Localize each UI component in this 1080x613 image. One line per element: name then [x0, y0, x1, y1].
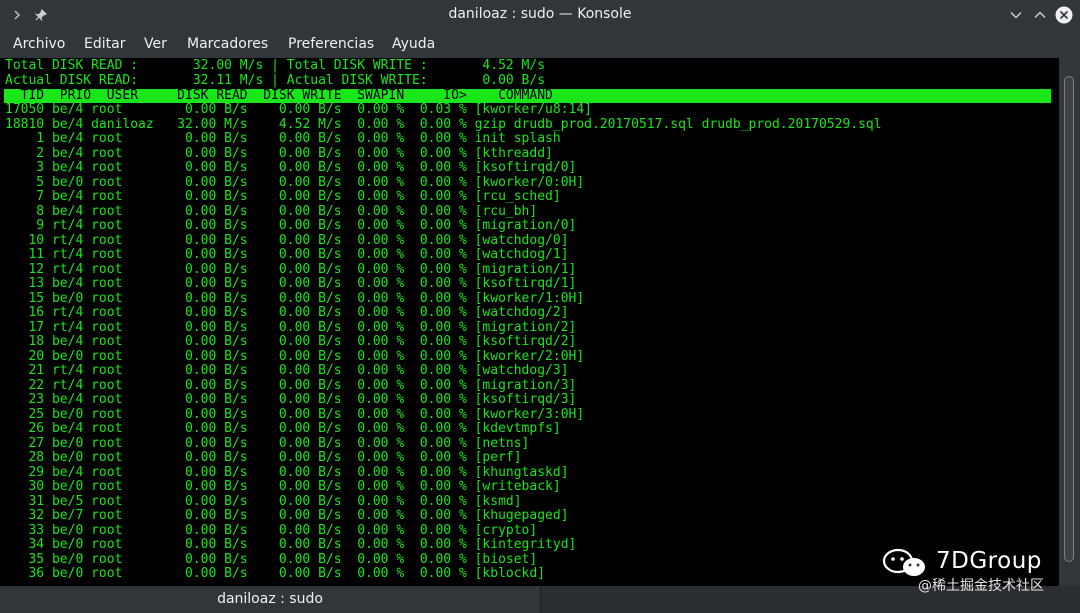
window-titlebar: daniloaz : sudo — Konsole — [0, 0, 1080, 30]
window-title: daniloaz : sudo — Konsole — [448, 6, 632, 22]
menu-preferencias[interactable]: Preferencias — [288, 36, 374, 52]
process-row: 2 be/4 root 0.00 B/s 0.00 B/s 0.00 % 0.0… — [5, 145, 553, 161]
process-row: 17 rt/4 root 0.00 B/s 0.00 B/s 0.00 % 0.… — [5, 319, 577, 335]
process-row: 11 rt/4 root 0.00 B/s 0.00 B/s 0.00 % 0.… — [5, 247, 569, 262]
process-row: 3 be/4 root 0.00 B/s 0.00 B/s 0.00 % 0.0… — [5, 160, 577, 175]
process-row: 18810 be/4 daniloaz 32.00 M/s 4.52 M/s 0… — [5, 116, 882, 132]
process-row: 20 be/0 root 0.00 B/s 0.00 B/s 0.00 % 0.… — [5, 348, 585, 364]
maximize-icon[interactable] — [1029, 4, 1051, 26]
process-row: 35 be/0 root 0.00 B/s 0.00 B/s 0.00 % 0.… — [5, 551, 538, 567]
menu-bar: Archivo Editar Ver Marcadores Preferenci… — [0, 30, 1080, 58]
process-row: 12 rt/4 root 0.00 B/s 0.00 B/s 0.00 % 0.… — [5, 261, 577, 277]
process-row: 10 rt/4 root 0.00 B/s 0.00 B/s 0.00 % 0.… — [5, 232, 569, 248]
process-row: 23 be/4 root 0.00 B/s 0.00 B/s 0.00 % 0.… — [5, 392, 577, 407]
tab-label: daniloaz : sudo — [217, 591, 323, 607]
process-row: 8 be/4 root 0.00 B/s 0.00 B/s 0.00 % 0.0… — [5, 203, 538, 219]
menu-editar[interactable]: Editar — [84, 36, 125, 52]
watermark-brand: 7DGroup — [936, 548, 1042, 574]
scrollbar-thumb[interactable] — [1064, 76, 1074, 562]
menu-marcadores[interactable]: Marcadores — [187, 36, 268, 52]
process-row: 34 be/0 root 0.00 B/s 0.00 B/s 0.00 % 0.… — [5, 537, 577, 552]
wechat-icon — [882, 548, 925, 576]
process-row: 17050 be/4 root 0.00 B/s 0.00 B/s 0.00 %… — [5, 102, 592, 117]
process-row: 15 be/0 root 0.00 B/s 0.00 B/s 0.00 % 0.… — [5, 290, 585, 306]
process-row: 22 rt/4 root 0.00 B/s 0.00 B/s 0.00 % 0.… — [5, 377, 577, 393]
column-header: TID PRIO USER DISK READ DISK WRITE SWAPI… — [4, 88, 1051, 103]
process-row: 32 be/7 root 0.00 B/s 0.00 B/s 0.00 % 0.… — [5, 508, 569, 523]
process-row: 16 rt/4 root 0.00 B/s 0.00 B/s 0.00 % 0.… — [5, 305, 569, 320]
process-row: 13 be/4 root 0.00 B/s 0.00 B/s 0.00 % 0.… — [5, 276, 577, 291]
process-row: 18 be/4 root 0.00 B/s 0.00 B/s 0.00 % 0.… — [5, 334, 577, 349]
process-row: 26 be/4 root 0.00 B/s 0.00 B/s 0.00 % 0.… — [5, 421, 561, 436]
process-row: 1 be/4 root 0.00 B/s 0.00 B/s 0.00 % 0.0… — [5, 131, 561, 146]
close-icon[interactable] — [1053, 4, 1075, 26]
process-row: 9 rt/4 root 0.00 B/s 0.00 B/s 0.00 % 0.0… — [5, 218, 577, 233]
total-disk-line: Total DISK READ : 32.00 M/s | Total DISK… — [5, 58, 546, 73]
menu-ayuda[interactable]: Ayuda — [392, 36, 435, 52]
tab-session[interactable]: daniloaz : sudo — [0, 586, 541, 613]
terminal-view[interactable]: Total DISK READ : 32.00 M/s | Total DISK… — [0, 58, 1059, 586]
scrollbar[interactable] — [1059, 58, 1080, 586]
process-row: 21 rt/4 root 0.00 B/s 0.00 B/s 0.00 % 0.… — [5, 363, 569, 378]
process-row: 5 be/0 root 0.00 B/s 0.00 B/s 0.00 % 0.0… — [5, 174, 585, 190]
process-row: 30 be/0 root 0.00 B/s 0.00 B/s 0.00 % 0.… — [5, 479, 561, 494]
process-row: 27 be/0 root 0.00 B/s 0.00 B/s 0.00 % 0.… — [5, 435, 530, 451]
menu-ver[interactable]: Ver — [144, 36, 167, 52]
process-row: 25 be/0 root 0.00 B/s 0.00 B/s 0.00 % 0.… — [5, 406, 585, 422]
actual-disk-line: Actual DISK READ: 32.11 M/s | Actual DIS… — [5, 73, 546, 88]
process-row: 7 be/4 root 0.00 B/s 0.00 B/s 0.00 % 0.0… — [5, 189, 561, 204]
process-row: 29 be/4 root 0.00 B/s 0.00 B/s 0.00 % 0.… — [5, 464, 569, 480]
process-row: 36 be/0 root 0.00 B/s 0.00 B/s 0.00 % 0.… — [5, 566, 546, 581]
menu-archivo[interactable]: Archivo — [13, 36, 65, 52]
process-row: 31 be/5 root 0.00 B/s 0.00 B/s 0.00 % 0.… — [5, 493, 522, 509]
process-row: 28 be/0 root 0.00 B/s 0.00 B/s 0.00 % 0.… — [5, 450, 522, 465]
minimize-icon[interactable] — [1005, 4, 1027, 26]
process-row: 33 be/0 root 0.00 B/s 0.00 B/s 0.00 % 0.… — [5, 522, 538, 538]
watermark-subtitle: @稀土掘金技术社区 — [918, 578, 1044, 594]
